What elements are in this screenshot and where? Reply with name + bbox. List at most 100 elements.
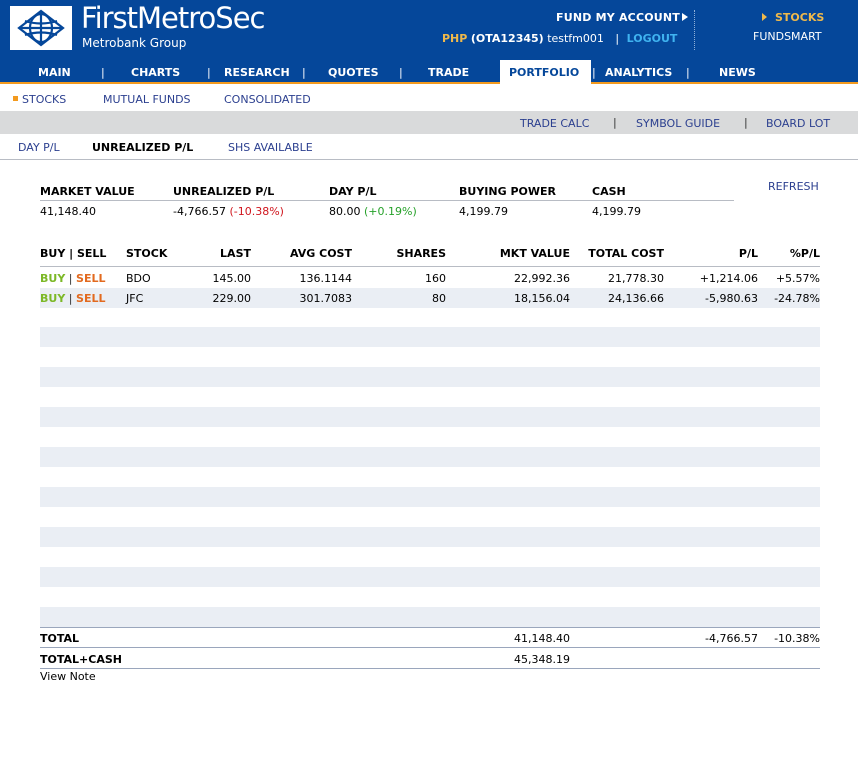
col-mkt-value: MKT VALUE: [499, 247, 570, 260]
view-note-link[interactable]: View Note: [40, 670, 96, 683]
last-price: 145.00: [212, 272, 252, 285]
header-divider: [694, 10, 695, 50]
unrealized-pl-value: -4,766.57: [173, 205, 226, 218]
summary-buying-power: 4,199.79: [459, 205, 508, 218]
day-pl-value: 80.00: [329, 205, 361, 218]
nav-trade[interactable]: TRADE: [428, 60, 469, 84]
account-number: (OTA12345): [470, 32, 544, 45]
nav-main[interactable]: MAIN: [38, 60, 71, 84]
empty-table-row: [40, 487, 820, 507]
pl-value: +1,214.06: [699, 272, 758, 285]
stock-symbol[interactable]: BDO: [126, 272, 151, 285]
subnav-consolidated[interactable]: CONSOLIDATED: [224, 93, 311, 106]
toolbar-separator: |: [744, 116, 748, 129]
tab-shs-available[interactable]: SHS AVAILABLE: [228, 141, 313, 154]
avg-cost: 301.7083: [299, 292, 353, 305]
summary-divider: [40, 200, 734, 201]
toolbar-separator: |: [613, 116, 617, 129]
col-buy-sell: BUY | SELL: [40, 247, 107, 260]
summary-header-market-value: MARKET VALUE: [40, 185, 135, 198]
col-pl: P/L: [738, 247, 758, 260]
nav-separator: |: [686, 66, 690, 79]
main-nav: MAIN | CHARTS | RESEARCH | QUOTES | TRAD…: [0, 60, 858, 84]
total-cash-label: TOTAL+CASH: [40, 653, 122, 666]
mkt-value: 18,156.04: [514, 292, 570, 305]
total-mkt-value: 41,148.40: [514, 632, 570, 645]
tools-bar: TRADE CALC | SYMBOL GUIDE | BOARD LOT: [0, 111, 858, 134]
stock-symbol[interactable]: JFC: [126, 292, 143, 305]
nav-separator: |: [592, 66, 596, 79]
buy-button[interactable]: BUY: [40, 292, 65, 305]
trade-calc-link[interactable]: TRADE CALC: [520, 117, 589, 130]
col-shares: SHARES: [396, 247, 446, 260]
logout-link[interactable]: LOGOUT: [627, 32, 678, 45]
buy-sell-separator: |: [68, 292, 73, 305]
brand-name: FirstMetroSec: [81, 1, 265, 35]
total-cash-row: TOTAL+CASH 45,348.19: [40, 649, 820, 669]
square-bullet-icon: [13, 96, 18, 101]
total-cost: 24,136.66: [608, 292, 664, 305]
summary-header-day-pl: DAY P/L: [329, 185, 377, 198]
avg-cost: 136.1144: [299, 272, 353, 285]
refresh-link[interactable]: REFRESH: [768, 180, 819, 193]
pl-percent: -24.78%: [774, 292, 820, 305]
pl-tabs: DAY P/L UNREALIZED P/L SHS AVAILABLE: [0, 134, 858, 160]
nav-analytics[interactable]: ANALYTICS: [605, 60, 672, 84]
summary-header-buying-power: BUYING POWER: [459, 185, 556, 198]
stocks-link[interactable]: STOCKS: [775, 11, 824, 24]
col-total-cost: TOTAL COST: [588, 247, 664, 260]
buy-sell-cell: BUY | SELL: [40, 272, 105, 285]
nav-separator: |: [101, 66, 105, 79]
subnav-stocks[interactable]: STOCKS: [22, 93, 66, 106]
empty-table-row: [40, 567, 820, 587]
last-price: 229.00: [212, 292, 252, 305]
col-stock: STOCK: [126, 247, 168, 260]
total-pl-percent: -10.38%: [774, 632, 820, 645]
col-avg-cost: AVG COST: [290, 247, 352, 260]
brand-subtitle: Metrobank Group: [82, 36, 187, 50]
fund-my-account-link[interactable]: FUND MY ACCOUNT: [556, 11, 680, 24]
summary-day-pl: 80.00 (+0.19%): [329, 205, 417, 218]
summary-cash: 4,199.79: [592, 205, 641, 218]
triangle-right-icon: [762, 13, 767, 21]
nav-separator: |: [207, 66, 211, 79]
shares: 160: [425, 272, 446, 285]
summary-header-unrealized-pl: UNREALIZED P/L: [173, 185, 275, 198]
nav-portfolio[interactable]: PORTFOLIO: [509, 60, 579, 84]
empty-table-row: [40, 447, 820, 467]
empty-table-row: [40, 327, 820, 347]
buy-sell-separator: |: [68, 272, 73, 285]
fundsmart-link[interactable]: FUNDSMART: [753, 30, 822, 43]
nav-separator: |: [302, 66, 306, 79]
nav-charts[interactable]: CHARTS: [131, 60, 180, 84]
sell-button[interactable]: SELL: [76, 292, 105, 305]
empty-table-row: [40, 527, 820, 547]
table-row: BUY | SELL BDO 145.00 136.1144 160 22,99…: [40, 268, 820, 288]
buy-button[interactable]: BUY: [40, 272, 65, 285]
pl-value: -5,980.63: [705, 292, 758, 305]
summary-market-value: 41,148.40: [40, 205, 96, 218]
sell-button[interactable]: SELL: [76, 272, 105, 285]
nav-news[interactable]: NEWS: [719, 60, 756, 84]
total-cost: 21,778.30: [608, 272, 664, 285]
nav-quotes[interactable]: QUOTES: [328, 60, 379, 84]
shares: 80: [432, 292, 446, 305]
board-lot-link[interactable]: BOARD LOT: [766, 117, 830, 130]
empty-table-row: [40, 367, 820, 387]
subnav-mutual-funds[interactable]: MUTUAL FUNDS: [103, 93, 191, 106]
account-info: PHP (OTA12345) testfm001 | LOGOUT: [442, 32, 677, 45]
day-pl-percent: (+0.19%): [364, 205, 417, 218]
symbol-guide-link[interactable]: SYMBOL GUIDE: [636, 117, 720, 130]
tab-day-pl[interactable]: DAY P/L: [18, 141, 60, 154]
triangle-right-icon: [682, 13, 688, 21]
mkt-value: 22,992.36: [514, 272, 570, 285]
globe-logo-icon[interactable]: [10, 6, 72, 50]
total-row: TOTAL 41,148.40 -4,766.57 -10.38%: [40, 628, 820, 648]
col-last: LAST: [220, 247, 251, 260]
username: testfm001: [547, 32, 604, 45]
pl-percent: +5.57%: [775, 272, 820, 285]
tab-unrealized-pl[interactable]: UNREALIZED P/L: [92, 141, 193, 154]
separator: |: [615, 32, 620, 45]
total-pl: -4,766.57: [705, 632, 758, 645]
nav-research[interactable]: RESEARCH: [224, 60, 290, 84]
